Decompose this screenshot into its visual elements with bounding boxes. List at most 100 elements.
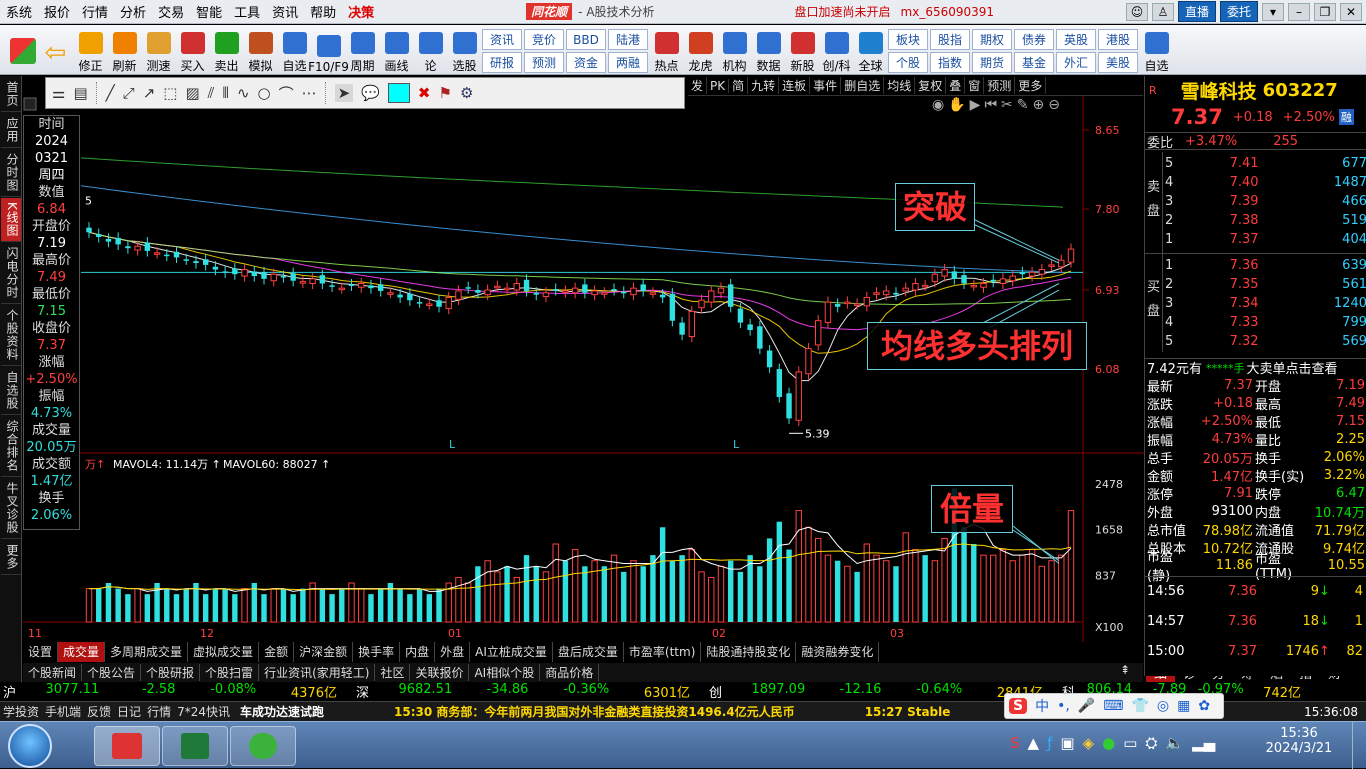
- rect-tool-icon[interactable]: ⬚: [163, 84, 177, 102]
- status-link-3[interactable]: 日记: [117, 703, 141, 720]
- chart-nav-7[interactable]: 均线: [884, 77, 916, 94]
- scissors-icon[interactable]: ✂: [1001, 97, 1017, 113]
- play-icon[interactable]: ▶: [970, 97, 985, 113]
- tray-sogou-icon[interactable]: S: [1010, 734, 1020, 752]
- status-link-1[interactable]: 手机端: [45, 703, 81, 720]
- indicator-tab-10[interactable]: 盘后成交量: [553, 642, 624, 662]
- news-ticker[interactable]: 15:30 商务部：今年前两月我国对外非金融类直接投资1496.4亿元人民币: [394, 703, 795, 720]
- toolbar-btn-7[interactable]: F10/F9: [308, 28, 349, 74]
- home-button[interactable]: [6, 28, 39, 74]
- chart-nav-10[interactable]: 窗: [965, 77, 985, 94]
- breakout-annotation[interactable]: 突破: [895, 183, 975, 231]
- indicator-tab-11[interactable]: 市盈率(ttm): [624, 642, 702, 662]
- status-link-5[interactable]: 7*24快讯: [177, 703, 230, 720]
- news-tab-2[interactable]: 个股研报: [141, 664, 201, 681]
- news-tab-6[interactable]: 关联报价: [410, 664, 470, 681]
- circle-tool-icon[interactable]: ○: [258, 84, 271, 102]
- big-order-row[interactable]: 7.42元有 *****手 大卖单点击查看: [1145, 358, 1366, 377]
- toolbar2-btn-5[interactable]: 创/科: [820, 28, 853, 74]
- status-link-0[interactable]: 学投资: [3, 703, 39, 720]
- chart-nav-0[interactable]: 发: [688, 77, 708, 94]
- ray-tool-icon[interactable]: ⤢: [123, 84, 135, 102]
- news-tab-3[interactable]: 个股扫雷: [200, 664, 260, 681]
- user-icon[interactable]: ☺: [1125, 2, 1148, 21]
- toolbar-pair-btn[interactable]: 陆港: [608, 29, 648, 50]
- pen-icon[interactable]: ✎: [1017, 97, 1033, 113]
- arrow-tool-icon[interactable]: ↗: [143, 84, 156, 102]
- toolbar-pair2-btn[interactable]: 指数: [930, 52, 970, 73]
- indicator-tab-3[interactable]: 虚拟成交量: [188, 642, 260, 662]
- sell-row[interactable]: 3 7.39 466: [1145, 192, 1366, 210]
- indicator-tab-13[interactable]: 融资融券变化: [796, 642, 880, 662]
- chart-nav-5[interactable]: 事件: [810, 77, 842, 94]
- account-name[interactable]: mx_656090391: [901, 5, 995, 19]
- task-wechat-app[interactable]: [230, 726, 296, 766]
- toolbar-pair2-btn[interactable]: 股指: [930, 29, 970, 50]
- line-settings-icon[interactable]: ⚌: [52, 84, 65, 102]
- hand-icon[interactable]: ✋: [948, 97, 969, 113]
- broker-text[interactable]: 车成功达速试跑: [240, 703, 324, 720]
- tray-display-icon[interactable]: ▭: [1123, 734, 1137, 752]
- toolbar-btn-11[interactable]: 选股: [448, 28, 481, 74]
- menu-icon[interactable]: ▾: [1262, 2, 1284, 21]
- margin-tag[interactable]: 融: [1338, 109, 1354, 125]
- close-icon[interactable]: ✕: [1340, 2, 1362, 21]
- tray-wechat-icon[interactable]: ●: [1102, 734, 1115, 752]
- indicator-tab-6[interactable]: 换手率: [353, 642, 401, 662]
- chart-nav-3[interactable]: 九转: [748, 77, 780, 94]
- sogou-icon[interactable]: S: [1009, 698, 1028, 714]
- left-tab-4[interactable]: 闪电分时: [1, 243, 21, 304]
- toolbar-btn-5[interactable]: 模拟: [244, 28, 277, 74]
- indicator-tab-4[interactable]: 金额: [259, 642, 295, 662]
- news-tab-7[interactable]: AI相似个股: [469, 664, 541, 681]
- tray-shield-icon[interactable]: ◈: [1083, 734, 1095, 752]
- news-tab-4[interactable]: 行业资讯(家用轻工): [259, 664, 376, 681]
- toolbar-btn-0[interactable]: 修正: [74, 28, 107, 74]
- left-tab-2[interactable]: 分时图: [1, 149, 21, 197]
- toolbar-pair-btn[interactable]: 资讯: [482, 29, 522, 50]
- toolbar-pair2-btn[interactable]: 外汇: [1056, 52, 1096, 73]
- toolbar-pair2-btn[interactable]: 美股: [1098, 52, 1138, 73]
- status-link-2[interactable]: 反馈: [87, 703, 111, 720]
- status-link-4[interactable]: 行情: [147, 703, 171, 720]
- back-button[interactable]: ⇦: [40, 28, 73, 74]
- indicator-tab-5[interactable]: 沪深金额: [294, 642, 354, 662]
- ime-keyboard-icon[interactable]: ⌨: [1103, 698, 1123, 714]
- toolbar2-btn-4[interactable]: 新股: [786, 28, 819, 74]
- news-tab-1[interactable]: 个股公告: [82, 664, 142, 681]
- buy-row[interactable]: 2 7.35 561: [1145, 275, 1366, 293]
- shirt-icon[interactable]: ♙: [1151, 2, 1174, 21]
- task-excel-app[interactable]: [162, 726, 228, 766]
- expand-icon[interactable]: ⇞: [1110, 663, 1140, 682]
- buy-row[interactable]: 4 7.33 799: [1145, 313, 1366, 331]
- restore-icon[interactable]: ❐: [1314, 2, 1336, 21]
- toolbar-pair2-btn[interactable]: 港股: [1098, 29, 1138, 50]
- toolbar-pair2-btn[interactable]: 基金: [1014, 52, 1054, 73]
- sell-row[interactable]: 2 7.38 519: [1145, 211, 1366, 229]
- eye-icon[interactable]: ◉: [932, 97, 948, 113]
- taskbar-clock[interactable]: 15:36 2024/3/21: [1264, 726, 1334, 756]
- chart-nav-9[interactable]: 叠: [946, 77, 966, 94]
- buy-row[interactable]: 1 7.36 639: [1145, 256, 1366, 274]
- left-tab-3[interactable]: K线图: [1, 198, 21, 242]
- menu-item-market[interactable]: 行情: [76, 2, 114, 21]
- toolbar2-btn-6[interactable]: 全球: [854, 28, 887, 74]
- menu-item-quote[interactable]: 报价: [38, 2, 76, 21]
- tray-flash-icon[interactable]: ƒ: [1047, 734, 1052, 752]
- tray-speaker-icon[interactable]: 🔈: [1165, 734, 1184, 752]
- big-order-text[interactable]: 大卖单点击查看: [1246, 358, 1337, 377]
- chart-nav-11[interactable]: 预测: [984, 77, 1016, 94]
- toolbar-pair-btn[interactable]: 资金: [566, 52, 606, 73]
- indicator-tab-1[interactable]: 成交量: [58, 642, 106, 662]
- live-button[interactable]: 直播: [1177, 1, 1216, 22]
- toolbar-btn-9[interactable]: 画线: [380, 28, 413, 74]
- channel-tool-icon[interactable]: ⫽: [208, 84, 215, 102]
- ma-bullish-annotation[interactable]: 均线多头排列: [867, 322, 1087, 370]
- toolbar-btn-3[interactable]: 买入: [176, 28, 209, 74]
- sell-row[interactable]: 1 7.37 404: [1145, 230, 1366, 248]
- tray-expand-icon[interactable]: ▲: [1028, 734, 1040, 752]
- toolbar-pair-btn[interactable]: BBD: [566, 29, 606, 50]
- menu-item-trade[interactable]: 交易: [152, 2, 190, 21]
- sell-row[interactable]: 5 7.41 677: [1145, 154, 1366, 172]
- left-tab-1[interactable]: 应用: [1, 113, 21, 148]
